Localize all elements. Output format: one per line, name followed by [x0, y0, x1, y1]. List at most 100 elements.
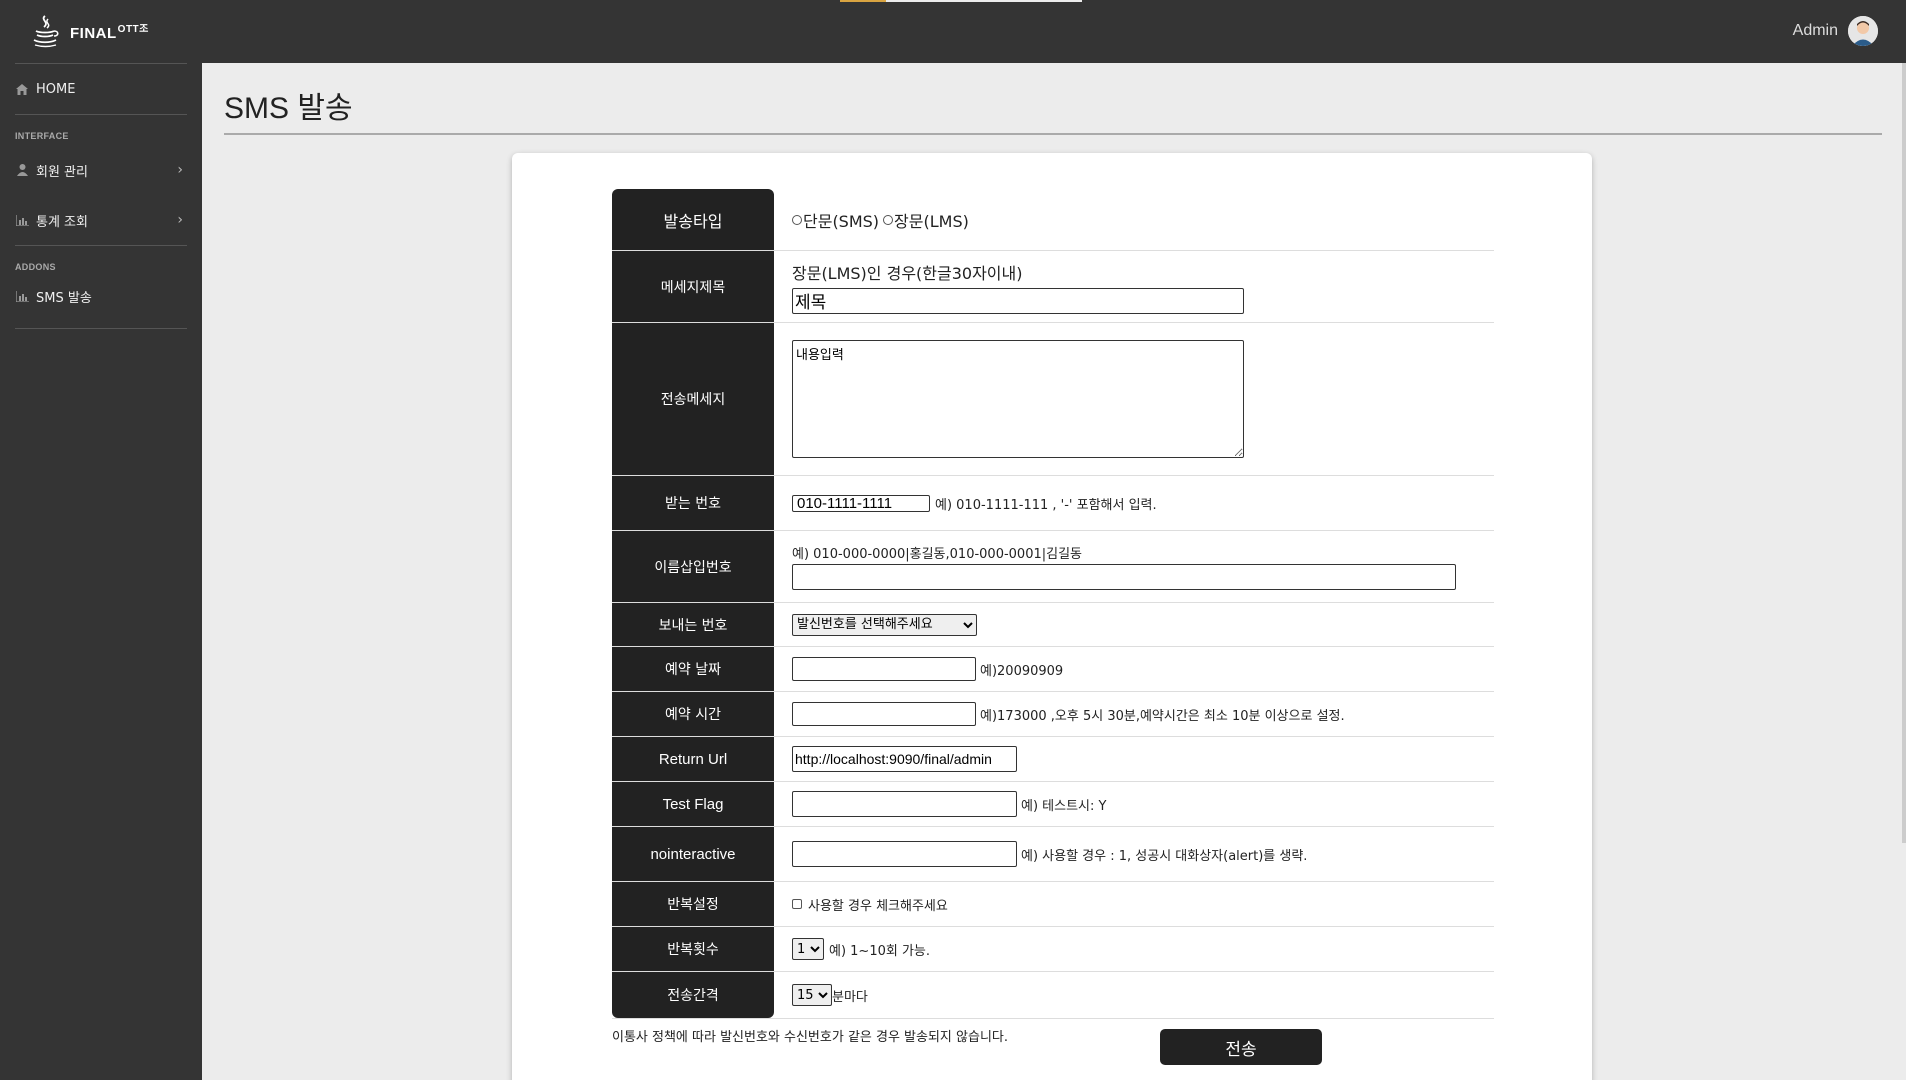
divider	[224, 133, 1882, 135]
user-menu[interactable]: Admin	[1793, 16, 1878, 46]
repeat-checkbox[interactable]	[792, 899, 802, 909]
reserve-time-cell: 예)173000 ,오후 5시 30분,예약시간은 최소 10분 이상으로 설정…	[774, 692, 1494, 736]
sms-form: 발송타입 단문(SMS) 장문(LMS) 메세지제목 장문(LMS)인 경우(한…	[612, 189, 1494, 1019]
brand-name: FINALOTT조	[70, 24, 149, 42]
row-reserve-date: 예약 날짜 예)20090909	[612, 647, 1494, 692]
reserve-time-hint: 예)173000 ,오후 5시 30분,예약시간은 최소 10분 이상으로 설정…	[980, 708, 1345, 724]
receiver-hint: 예) 010-1111-111 , '-' 포함해서 입력.	[935, 497, 1157, 513]
row-sender: 보내는 번호 발신번호를 선택해주세요	[612, 603, 1494, 647]
label-test-flag: Test Flag	[612, 782, 774, 826]
sidebar-item-label: SMS 발송	[36, 290, 92, 306]
sidebar-item-sms[interactable]: SMS 발송	[15, 276, 187, 316]
chart-icon	[15, 213, 29, 227]
label-reserve-date: 예약 날짜	[612, 647, 774, 691]
radio-lms[interactable]: 장문(LMS)	[883, 208, 969, 232]
sidebar-item-label: HOME	[36, 81, 76, 97]
row-test-flag: Test Flag 예) 테스트시: Y	[612, 782, 1494, 827]
user-name: Admin	[1792, 22, 1838, 39]
reserve-date-hint: 예)20090909	[980, 663, 1064, 679]
message-cell: 내용입력	[774, 323, 1494, 475]
repeat-hint: 사용할 경우 체크해주세요	[808, 898, 948, 914]
sms-form-card: 발송타입 단문(SMS) 장문(LMS) 메세지제목 장문(LMS)인 경우(한…	[512, 153, 1592, 1080]
page-title: SMS 발송	[224, 92, 353, 125]
avatar	[1848, 16, 1878, 46]
label-repeat-count: 반복횟수	[612, 927, 774, 971]
row-message: 전송메세지 내용입력	[612, 323, 1494, 476]
label-noninteractive: nointeractive	[612, 827, 774, 881]
user-icon	[15, 163, 29, 177]
return-url-cell	[774, 737, 1494, 781]
chevron-right-icon: ›	[177, 212, 183, 228]
sidebar-item-member[interactable]: 회원 관리 ›	[15, 145, 187, 195]
label-return-url: Return Url	[612, 737, 774, 781]
test-flag-input[interactable]	[792, 791, 1017, 817]
receiver-input[interactable]	[792, 494, 930, 512]
top-navbar: FINALOTT조 Admin	[0, 0, 1906, 63]
label-receiver: 받는 번호	[612, 476, 774, 530]
brand[interactable]: FINALOTT조	[30, 14, 149, 48]
label-message: 전송메세지	[612, 323, 774, 475]
row-return-url: Return Url	[612, 737, 1494, 782]
radio-circle-icon	[792, 214, 802, 225]
label-repeat: 반복설정	[612, 882, 774, 926]
sender-cell: 발신번호를 선택해주세요	[774, 603, 1494, 646]
reserve-date-cell: 예)20090909	[774, 647, 1494, 691]
names-cell: 예) 010-000-0000|홍길동,010-000-0001|김길동	[774, 531, 1494, 602]
scrollbar[interactable]	[1902, 63, 1906, 843]
loading-bar	[840, 0, 1082, 2]
sidebar-item-label: 통계 조회	[36, 214, 88, 230]
test-flag-hint: 예) 테스트시: Y	[1021, 798, 1107, 814]
noninteractive-input[interactable]	[792, 841, 1017, 867]
row-names: 이름삽입번호 예) 010-000-0000|홍길동,010-000-0001|…	[612, 531, 1494, 603]
row-repeat: 반복설정 사용할 경우 체크해주세요	[612, 882, 1494, 927]
row-send-type: 발송타입 단문(SMS) 장문(LMS)	[612, 189, 1494, 251]
row-reserve-time: 예약 시간 예)173000 ,오후 5시 30분,예약시간은 최소 10분 이…	[612, 692, 1494, 737]
names-hint: 예) 010-000-0000|홍길동,010-000-0001|김길동	[792, 547, 1082, 562]
sidebar-item-home[interactable]: HOME	[15, 64, 187, 114]
interval-cell: 15 분마다	[774, 972, 1494, 1018]
send-button[interactable]: 전송	[1160, 1029, 1322, 1065]
java-logo-icon	[33, 15, 59, 48]
sidebar-heading-addons: ADDONS	[15, 262, 56, 272]
label-names: 이름삽입번호	[612, 531, 774, 602]
receiver-cell: 예) 010-1111-111 , '-' 포함해서 입력.	[774, 476, 1494, 530]
reserve-time-input[interactable]	[792, 702, 976, 726]
sidebar: HOME INTERFACE 회원 관리 › 통계 조회 › ADDONS SM…	[0, 63, 202, 1080]
chart-icon	[15, 289, 29, 303]
send-type-options: 단문(SMS) 장문(LMS)	[774, 189, 1494, 250]
label-reserve-time: 예약 시간	[612, 692, 774, 736]
label-sender: 보내는 번호	[612, 603, 774, 646]
chevron-right-icon: ›	[177, 162, 183, 178]
sidebar-item-label: 회원 관리	[36, 164, 88, 180]
row-interval: 전송간격 15 분마다	[612, 972, 1494, 1019]
noninteractive-hint: 예) 사용할 경우 : 1, 성공시 대화상자(alert)를 생략.	[1021, 848, 1308, 864]
radio-circle-icon	[883, 214, 894, 225]
label-interval: 전송간격	[612, 972, 774, 1018]
policy-note: 이통사 정책에 따라 발신번호와 수신번호가 같은 경우 발송되지 않습니다.	[612, 1030, 1008, 1045]
radio-sms[interactable]: 단문(SMS)	[792, 208, 879, 232]
home-icon	[15, 82, 29, 96]
sidebar-item-stats[interactable]: 통계 조회 ›	[15, 195, 187, 245]
interval-hint: 분마다	[832, 989, 868, 1005]
repeat-count-cell: 1 예) 1~10회 가능.	[774, 927, 1494, 971]
subject-cell: 장문(LMS)인 경우(한글30자이내)	[774, 251, 1494, 322]
main-content: SMS 발송 발송타입 단문(SMS) 장문(LMS) 메세지제목 장문(LMS…	[202, 63, 1906, 1080]
interval-select[interactable]: 15	[792, 984, 832, 1006]
sidebar-heading-interface: INTERFACE	[15, 131, 69, 141]
names-input[interactable]	[792, 564, 1456, 590]
message-textarea[interactable]: 내용입력	[792, 340, 1244, 458]
subject-input[interactable]	[792, 287, 1244, 314]
repeat-cell: 사용할 경우 체크해주세요	[774, 882, 1494, 926]
test-flag-cell: 예) 테스트시: Y	[774, 782, 1494, 826]
reserve-date-input[interactable]	[792, 657, 976, 681]
row-receiver: 받는 번호 예) 010-1111-111 , '-' 포함해서 입력.	[612, 476, 1494, 531]
label-subject: 메세지제목	[612, 251, 774, 322]
row-noninteractive: nointeractive 예) 사용할 경우 : 1, 성공시 대화상자(al…	[612, 827, 1494, 882]
return-url-input[interactable]	[792, 746, 1017, 772]
noninteractive-cell: 예) 사용할 경우 : 1, 성공시 대화상자(alert)를 생략.	[774, 827, 1494, 881]
sender-select[interactable]: 발신번호를 선택해주세요	[792, 613, 977, 636]
repeat-count-hint: 예) 1~10회 가능.	[829, 943, 931, 959]
row-repeat-count: 반복횟수 1 예) 1~10회 가능.	[612, 927, 1494, 972]
repeat-count-select[interactable]: 1	[792, 938, 824, 960]
row-subject: 메세지제목 장문(LMS)인 경우(한글30자이내)	[612, 251, 1494, 323]
